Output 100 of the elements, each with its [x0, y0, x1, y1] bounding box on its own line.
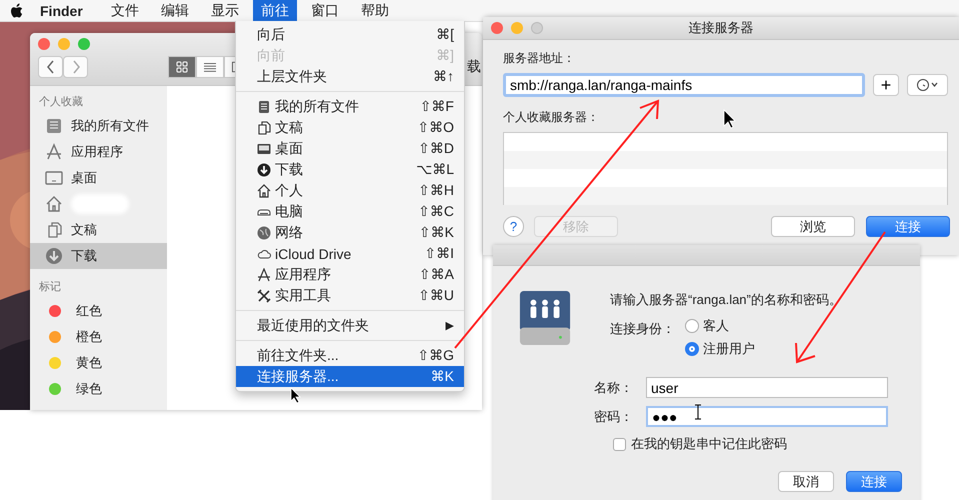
close-button[interactable] [491, 22, 503, 34]
document-icon [257, 120, 271, 134]
file-tray-icon [45, 117, 63, 135]
back-button[interactable] [38, 56, 63, 78]
radio-label[interactable]: 注册用户 [703, 340, 755, 358]
window-title: 连接服务器 [688, 19, 754, 37]
dialog-button[interactable]: 取消 [778, 471, 834, 492]
view-mode-button[interactable] [168, 56, 196, 78]
house-icon [45, 195, 63, 213]
menu-item[interactable]: 桌面 ⇧⌘D [236, 138, 464, 159]
radio-button[interactable] [685, 342, 699, 356]
dialog-button[interactable]: 连接 [846, 471, 902, 492]
sidebar-item[interactable]: 我的所有文件 [30, 113, 167, 139]
house-icon [257, 184, 271, 198]
sidebar-item[interactable]: 应用程序 [30, 139, 167, 165]
menu-item[interactable]: 最近使用的文件夹 ▶ [236, 315, 464, 336]
keyboard-shortcut: ⇧⌘O [417, 119, 454, 136]
menu-bar-item[interactable]: 帮助 [352, 0, 397, 21]
menu-item[interactable]: 应用程序 ⇧⌘A [236, 264, 464, 285]
menu-item[interactable]: 文稿 ⇧⌘O [236, 117, 464, 138]
window-title: 载 [467, 58, 481, 76]
keyboard-shortcut: ⌘K [430, 368, 454, 385]
menu-item[interactable]: 下载 ⌥⌘L [236, 159, 464, 180]
dialog-button[interactable]: 连接 [866, 216, 950, 237]
menu-bar-item[interactable]: 文件 [102, 0, 147, 21]
recent-servers-button[interactable] [907, 74, 948, 96]
field-label: 连接身份： [610, 320, 676, 338]
list-label: 个人收藏服务器： [503, 109, 599, 126]
menu-bar-item[interactable]: 显示 [202, 0, 247, 21]
file-tray-icon [257, 100, 271, 114]
keyboard-shortcut: ⇧⌘F [420, 98, 454, 115]
keyboard-shortcut: ⇧⌘U [418, 287, 454, 304]
shared-server-icon [518, 288, 572, 348]
add-button[interactable]: + [873, 74, 899, 96]
name-field[interactable]: user [646, 377, 888, 398]
download-icon [45, 247, 63, 265]
tools-icon [257, 288, 271, 302]
sidebar-item[interactable]: 桌面 [30, 165, 167, 191]
help-button[interactable]: ? [503, 216, 524, 237]
sidebar-item[interactable]: 绿色 [30, 376, 167, 402]
menu-item[interactable]: 连接服务器... ⌘K [236, 366, 464, 387]
menu-item[interactable]: 个人 ⇧⌘H [236, 180, 464, 201]
menu-bar-item[interactable]: 窗口 [302, 0, 347, 21]
menu-item[interactable]: iCloud Drive ⇧⌘I [236, 243, 464, 264]
sidebar-item[interactable]: 黄色 [30, 350, 167, 376]
field-label: 名称： [593, 378, 634, 396]
menu-item[interactable]: 前往文件夹... ⇧⌘G [236, 345, 464, 366]
app-menu[interactable]: Finder [40, 2, 83, 18]
keyboard-shortcut: ⌘] [436, 47, 454, 64]
checkbox[interactable] [613, 438, 626, 450]
keyboard-shortcut: ⇧⌘G [417, 347, 454, 364]
sidebar-heading: 标记 [38, 280, 62, 295]
sidebar-item[interactable]: 橙色 [30, 324, 167, 350]
clock-icon [914, 78, 940, 92]
menu-item[interactable]: 电脑 ⇧⌘C [236, 201, 464, 222]
sidebar-item[interactable]: 文稿 [30, 217, 167, 243]
radio-label[interactable]: 客人 [703, 317, 729, 335]
minimize-button[interactable] [511, 22, 523, 34]
globe-icon [257, 226, 271, 240]
menu-item[interactable]: 上层文件夹 ⌘↑ [236, 66, 464, 87]
sidebar-item[interactable]: 红色 [30, 298, 167, 324]
field-label: 服务器地址： [503, 50, 575, 67]
favorite-servers-list[interactable] [503, 132, 948, 205]
zoom-button[interactable] [531, 22, 543, 34]
chevron-left-icon [46, 60, 54, 74]
keyboard-shortcut: ⇧⌘I [424, 245, 454, 262]
close-button[interactable] [38, 38, 50, 50]
prompt-message: 请输入服务器“ranga.lan”的名称和密码。 [610, 291, 842, 309]
radio-button[interactable] [685, 319, 699, 333]
dialog-button[interactable]: 浏览 [771, 216, 855, 237]
apps-icon [45, 143, 63, 161]
sidebar-item[interactable]: 下载 [30, 243, 167, 269]
keyboard-shortcut: ⇧⌘C [418, 203, 454, 220]
desktop-icon [45, 169, 63, 187]
apps-icon [257, 268, 271, 282]
mouse-pointer-icon [724, 109, 736, 129]
apple-logo-icon[interactable] [10, 2, 24, 18]
menu-item[interactable]: 网络 ⇧⌘K [236, 222, 464, 243]
view-mode-button[interactable] [196, 56, 224, 78]
server-address-field[interactable]: smb://ranga.lan/ranga-mainfs [503, 73, 865, 97]
text-cursor-icon [694, 404, 702, 420]
menu-item[interactable]: 实用工具 ⇧⌘U [236, 285, 464, 306]
field-label: 密码： [593, 408, 634, 426]
menu-item[interactable]: 我的所有文件 ⇧⌘F [236, 96, 464, 117]
keyboard-shortcut: ⇧⌘A [418, 266, 454, 283]
menu-item[interactable]: 向后 ⌘[ [236, 24, 464, 45]
menu-bar-item[interactable]: 前往 [252, 0, 297, 21]
checkbox-label[interactable]: 在我的钥匙串中记住此密码 [631, 435, 787, 453]
keyboard-shortcut: ⇧⌘K [418, 224, 454, 241]
keyboard-shortcut: ⌘[ [436, 26, 454, 43]
minimize-button[interactable] [58, 38, 70, 50]
grid-icon [176, 61, 188, 73]
keyboard-shortcut: ⌥⌘L [416, 161, 454, 178]
password-field[interactable]: ●●● [646, 406, 888, 427]
menu-bar-item[interactable]: 编辑 [152, 0, 197, 21]
desktop-icon [257, 142, 271, 156]
zoom-button[interactable] [78, 38, 90, 50]
keyboard-shortcut: ⌘↑ [433, 68, 454, 85]
submenu-arrow-icon: ▶ [446, 319, 454, 332]
sidebar-heading: 个人收藏 [38, 94, 84, 110]
